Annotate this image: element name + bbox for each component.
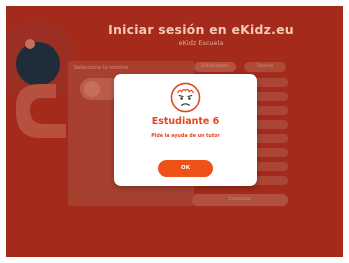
- continue-button[interactable]: Continuar: [192, 194, 288, 206]
- student-face-icon: [170, 82, 201, 113]
- student-name: Estudiante 6: [151, 116, 220, 127]
- alert-message: Pide la ayuda de un tutor: [151, 134, 220, 139]
- tab-tutors[interactable]: Tutores: [244, 62, 286, 72]
- login-title: Iniciar sesión en eKidz.eu: [108, 22, 294, 37]
- ok-button[interactable]: OK: [158, 160, 213, 177]
- avatar: [84, 81, 100, 97]
- tab-students[interactable]: Estudiantes: [194, 62, 236, 72]
- panel-label: Selecciona tu nombre: [74, 65, 129, 71]
- app-screen: Iniciar sesión en eKidz.eu eKidz Escuela…: [6, 6, 343, 257]
- alert-dialog: Estudiante 6 Pide la ayuda de un tutor O…: [114, 74, 257, 186]
- school-name: eKidz Escuela: [178, 39, 224, 47]
